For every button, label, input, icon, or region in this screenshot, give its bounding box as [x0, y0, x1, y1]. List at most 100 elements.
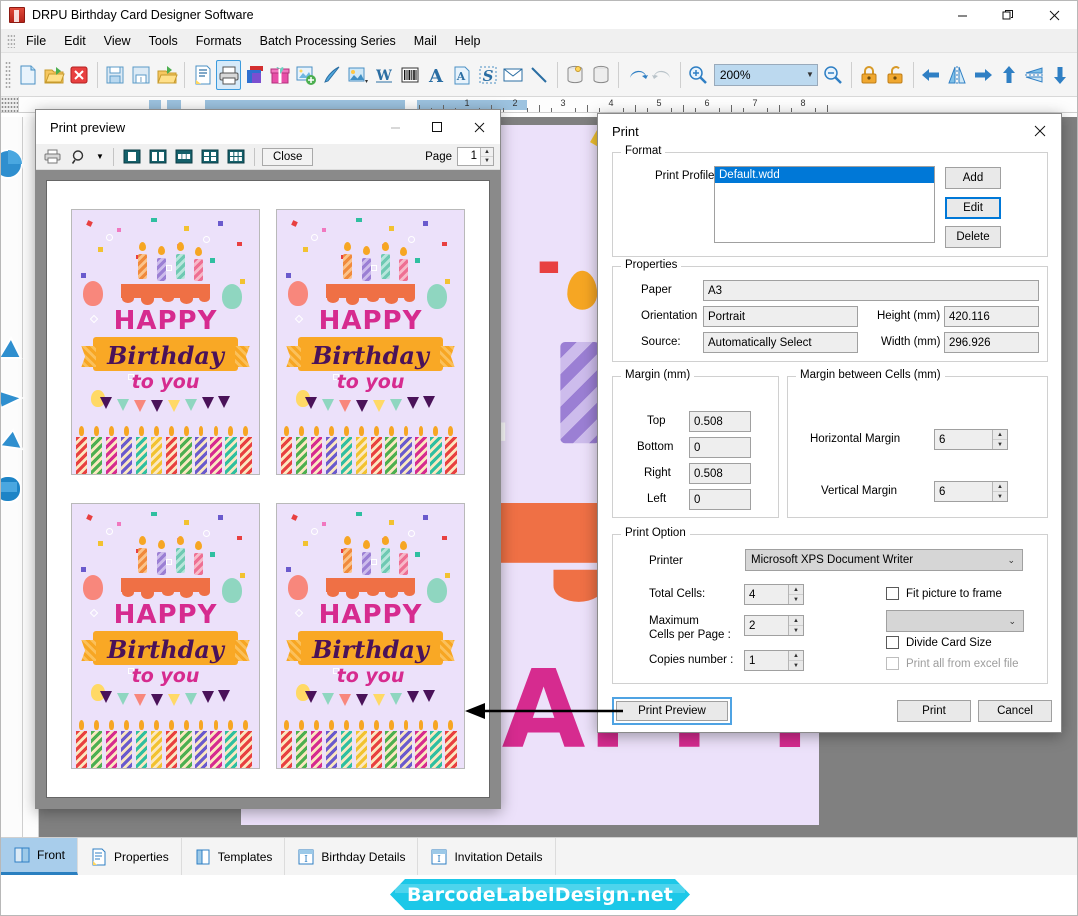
- menu-item-view[interactable]: View: [95, 31, 140, 51]
- undo-icon[interactable]: [624, 60, 649, 90]
- rail-shape-arrow-icon[interactable]: [1, 382, 25, 416]
- print-icon[interactable]: [42, 147, 64, 167]
- print-all-excel-checkbox[interactable]: Print all from excel file: [886, 657, 1018, 670]
- lock-icon[interactable]: [857, 60, 882, 90]
- max-cells-spinner[interactable]: 2 ▲ ▼: [744, 615, 804, 636]
- checkbox-box[interactable]: [886, 587, 899, 600]
- export-folder-icon[interactable]: [155, 60, 180, 90]
- orientation-value[interactable]: Portrait: [703, 306, 858, 327]
- copies-spinner[interactable]: 1 ▲ ▼: [744, 650, 804, 671]
- spinner-up-icon[interactable]: ▲: [789, 616, 803, 626]
- database-icon[interactable]: [563, 60, 588, 90]
- barcode-icon[interactable]: [397, 60, 422, 90]
- delete-profile-button[interactable]: Delete: [945, 226, 1001, 248]
- new-document-icon[interactable]: [15, 60, 40, 90]
- checkbox-box[interactable]: [886, 636, 899, 649]
- paper-value[interactable]: A3: [703, 280, 1039, 301]
- chevron-down-icon[interactable]: ⌄: [1007, 555, 1015, 566]
- spinner-buttons[interactable]: ▲ ▼: [788, 651, 803, 670]
- chevron-down-icon[interactable]: ▼: [803, 70, 817, 79]
- spinner-up-icon[interactable]: ▲: [789, 585, 803, 595]
- rail-shape-triangle-icon[interactable]: [1, 332, 25, 366]
- spinner-up-icon[interactable]: ▲: [993, 430, 1007, 440]
- rail-shape-rounded-icon[interactable]: [1, 472, 25, 506]
- maximize-button[interactable]: [416, 110, 458, 144]
- rail-shape-triangle2-icon[interactable]: [1, 422, 25, 456]
- envelope-icon[interactable]: [501, 60, 526, 90]
- tab-templates[interactable]: Templates: [182, 838, 286, 875]
- spinner-down-icon[interactable]: ▼: [789, 595, 803, 604]
- menu-item-batch-processing-series[interactable]: Batch Processing Series: [251, 31, 405, 51]
- zoom-out-icon[interactable]: [821, 60, 846, 90]
- pen-icon[interactable]: [320, 60, 345, 90]
- menu-item-mail[interactable]: Mail: [405, 31, 446, 51]
- flip-vertical-icon[interactable]: [1022, 60, 1047, 90]
- spinner-up-icon[interactable]: ▲: [789, 651, 803, 661]
- one-page-icon[interactable]: [121, 147, 143, 167]
- signature-icon[interactable]: S: [475, 60, 500, 90]
- spinner-down-icon[interactable]: ▼: [789, 626, 803, 635]
- minimize-button[interactable]: [939, 1, 985, 29]
- database-alt-icon[interactable]: [589, 60, 614, 90]
- restore-button[interactable]: [985, 1, 1031, 29]
- margin-top-value[interactable]: 0.508: [689, 411, 751, 432]
- spinner-up-icon[interactable]: ▲: [481, 148, 493, 157]
- flip-horizontal-icon[interactable]: [944, 60, 969, 90]
- spinner-buttons[interactable]: ▲ ▼: [992, 482, 1007, 501]
- spinner-down-icon[interactable]: ▼: [789, 661, 803, 670]
- spinner-buttons[interactable]: ▲ ▼: [992, 430, 1007, 449]
- edit-profile-button[interactable]: Edit: [945, 197, 1001, 219]
- chevron-down-icon[interactable]: ⌄: [1008, 616, 1016, 627]
- spinner-up-icon[interactable]: ▲: [993, 482, 1007, 492]
- cancel-button[interactable]: Cancel: [978, 700, 1052, 722]
- add-profile-button[interactable]: Add: [945, 167, 1001, 189]
- margin-left-value[interactable]: 0: [689, 489, 751, 510]
- menu-item-edit[interactable]: Edit: [55, 31, 95, 51]
- align-top-icon[interactable]: [996, 60, 1021, 90]
- print-profile-item[interactable]: Default.wdd: [715, 167, 934, 183]
- print-button[interactable]: Print: [897, 700, 971, 722]
- shape-picture-icon[interactable]: [346, 60, 371, 90]
- open-folder-icon[interactable]: [41, 60, 66, 90]
- spinner-buttons[interactable]: ▲ ▼: [788, 616, 803, 635]
- text-icon[interactable]: A: [423, 60, 448, 90]
- background-color-icon[interactable]: [242, 60, 267, 90]
- source-value[interactable]: Automatically Select: [703, 332, 858, 353]
- page-properties-icon[interactable]: [190, 60, 215, 90]
- magnifier-icon[interactable]: [68, 147, 90, 167]
- zoom-level-combo[interactable]: 200% ▼: [713, 63, 818, 86]
- menu-item-help[interactable]: Help: [446, 31, 490, 51]
- preview-close-button[interactable]: Close: [262, 147, 314, 166]
- spinner-down-icon[interactable]: ▼: [481, 157, 493, 165]
- save-as-icon[interactable]: I: [129, 60, 154, 90]
- horizontal-margin-spinner[interactable]: 6 ▲ ▼: [934, 429, 1008, 450]
- four-pages-icon[interactable]: [199, 147, 221, 167]
- spinner-down-icon[interactable]: ▼: [993, 492, 1007, 501]
- minimize-button[interactable]: [374, 110, 416, 144]
- unlock-icon[interactable]: [883, 60, 908, 90]
- close-document-icon[interactable]: [67, 60, 92, 90]
- text-box-icon[interactable]: A: [449, 60, 474, 90]
- rail-shape-circle-icon[interactable]: [1, 147, 25, 181]
- spinner-down-icon[interactable]: ▼: [993, 440, 1007, 449]
- width-value[interactable]: 296.926: [944, 332, 1039, 353]
- height-value[interactable]: 420.116: [944, 306, 1039, 327]
- align-right-icon[interactable]: [970, 60, 995, 90]
- total-cells-spinner[interactable]: 4 ▲ ▼: [744, 584, 804, 605]
- divide-card-size-checkbox[interactable]: Divide Card Size: [886, 636, 992, 649]
- print-preview-button[interactable]: Print Preview: [616, 701, 728, 721]
- vertical-margin-spinner[interactable]: 6 ▲ ▼: [934, 481, 1008, 502]
- align-left-icon[interactable]: [918, 60, 943, 90]
- tab-invitation-details[interactable]: I Invitation Details: [418, 838, 556, 875]
- align-bottom-icon[interactable]: [1048, 60, 1073, 90]
- close-button[interactable]: [458, 110, 500, 144]
- two-pages-icon[interactable]: [147, 147, 169, 167]
- chevron-down-icon[interactable]: ▼: [94, 147, 106, 167]
- margin-bottom-value[interactable]: 0: [689, 437, 751, 458]
- menu-item-tools[interactable]: Tools: [140, 31, 187, 51]
- gift-icon[interactable]: [268, 60, 293, 90]
- frame-combo[interactable]: ⌄: [886, 610, 1024, 632]
- menu-item-file[interactable]: File: [17, 31, 55, 51]
- page-spinner-buttons[interactable]: ▲ ▼: [480, 148, 493, 165]
- margin-right-value[interactable]: 0.508: [689, 463, 751, 484]
